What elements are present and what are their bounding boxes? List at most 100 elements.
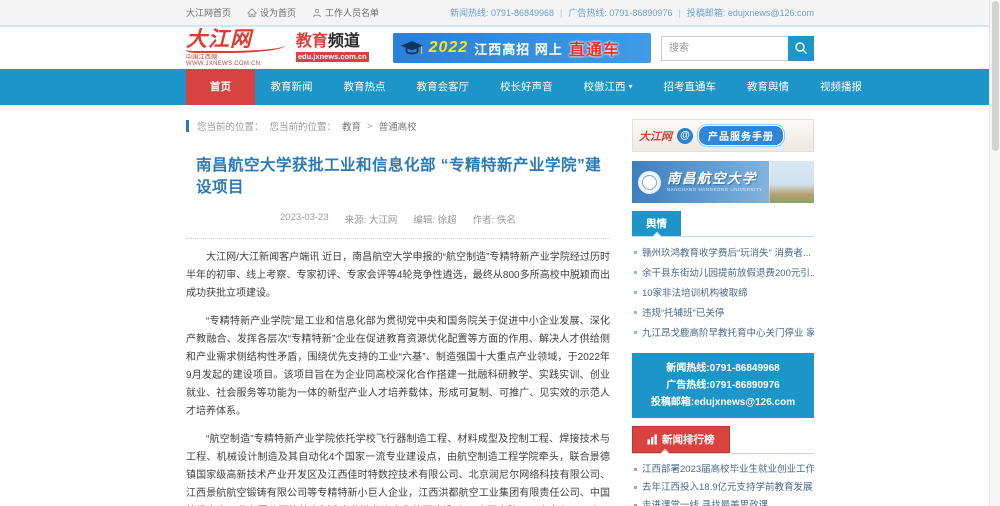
nav-item[interactable]: 校长好声音 ▾ xyxy=(485,69,569,105)
site-logo-text: 大江网 xyxy=(186,29,286,53)
promo-text: 江西高招 网上 xyxy=(474,39,563,58)
campus-photo xyxy=(769,161,814,203)
contact-box: 新闻热线:0791-86849968 广告热线:0791-86890976 投稿… xyxy=(632,353,814,418)
home-icon xyxy=(247,8,257,18)
nav-item-label: 视频播报 xyxy=(820,69,862,105)
product-banner-logo: 大江网 xyxy=(639,128,672,144)
university-name: 南昌航空大学 xyxy=(667,172,763,186)
article-editor: 编辑: 徐超 xyxy=(413,212,456,226)
nav-item-label: 教育热点 xyxy=(344,69,386,105)
ranking-section: 新闻排行榜 江西部署2023届高校毕业生就业创业工作 去年江西投入18.9亿元支… xyxy=(632,426,814,506)
channel-domain: edu.jxnews.com.cn xyxy=(296,52,369,63)
yuqing-section: 舆情 赣州玖鸿教育收学费后“玩消失” 消费者... 余干县东街幼儿园提前放假退费… xyxy=(632,211,814,343)
breadcrumb-prefix: 您当前的位置： xyxy=(270,119,337,133)
university-name-en: NANCHANG HANGKONG UNIVERSITY xyxy=(667,188,763,193)
yuqing-list-item[interactable]: 违规“托辅班”已关停 xyxy=(632,303,814,323)
yuqing-list: 赣州玖鸿教育收学费后“玩消失” 消费者... 余干县东街幼儿园提前放假退费200… xyxy=(632,243,814,343)
nav-item[interactable]: 教育新闻 ▾ xyxy=(255,69,328,105)
contact-mailbox: 投稿邮箱:edujxnews@126.com xyxy=(632,394,814,411)
search-button[interactable] xyxy=(788,36,814,61)
nav-item-label: 校长好声音 xyxy=(500,69,553,105)
breadcrumb-prefix: 您当前的位置： xyxy=(197,119,264,133)
promo-year: 2022 xyxy=(429,39,469,57)
news-hotline: 新闻热线: 0791-86849968 xyxy=(450,6,554,19)
yuqing-list-item[interactable]: 10家非法培训机构被取缔 xyxy=(632,283,814,303)
search-icon xyxy=(794,41,808,55)
at-icon: @ xyxy=(677,128,693,144)
article-paragraph: “专精特新产业学院”是工业和信息化部为贯彻党中央和国务院关于促进中小企业发展、深… xyxy=(186,313,610,421)
promo-highlight: 直通车 xyxy=(569,36,620,60)
breadcrumb-separator: > xyxy=(367,121,373,132)
ranking-list: 江西部署2023届高校毕业生就业创业工作 去年江西投入18.9亿元支持学前教育发… xyxy=(632,460,814,506)
nav-item[interactable]: 校傲江西 ▾ xyxy=(568,69,648,105)
divider xyxy=(186,238,610,239)
nav-item[interactable]: 教育热点 ▾ xyxy=(328,69,401,105)
link-staff-list-label: 工作人员名单 xyxy=(325,6,379,19)
channel-title-red: 教育 xyxy=(296,33,328,50)
yuqing-list-item[interactable]: 余干县东街幼儿园提前放假退费200元引... xyxy=(632,263,814,283)
nav-item[interactable]: 教育会客厅 ▾ xyxy=(401,69,485,105)
main-nav: 首页 ▾ 教育新闻 ▾ 教育热点 ▾ 教育会客厅 ▾ xyxy=(0,69,1000,105)
promo-banner[interactable]: 2022 江西高招 网上 直通车 xyxy=(393,33,651,63)
breadcrumb-link-category[interactable]: 普通高校 xyxy=(379,119,417,133)
product-manual-banner[interactable]: 大江网 @ 产品服务手册 xyxy=(632,119,814,152)
breadcrumb-link-education[interactable]: 教育 xyxy=(342,119,361,133)
link-staff-list[interactable]: 工作人员名单 xyxy=(312,6,379,19)
header-contact-info: 新闻热线: 0791-86849968 | 广告热线: 0791-8689097… xyxy=(450,6,814,19)
nav-item-label: 教育会客厅 xyxy=(417,69,470,105)
product-banner-title: 产品服务手册 xyxy=(698,125,784,146)
channel-logo[interactable]: 教育频道 edu.jxnews.com.cn xyxy=(296,34,369,63)
university-banner[interactable]: 南昌航空大学 NANCHANG HANGKONG UNIVERSITY xyxy=(632,161,814,203)
link-jxnews-home[interactable]: 大江网首页 xyxy=(186,6,231,19)
site-logo[interactable]: 大江网 中国江西网 WWW.JXNEWS.COM.CN xyxy=(186,29,286,67)
separator: | xyxy=(560,8,562,18)
nav-item-label: 校傲江西 xyxy=(584,69,626,105)
graduation-cap-icon xyxy=(401,41,423,56)
person-icon xyxy=(312,8,322,18)
site-logo-subtext: 中国江西网 WWW.JXNEWS.COM.CN xyxy=(186,55,286,67)
page: 大江网首页 设为首页 工作人员名单 新闻热线: 0791-86849968 | … xyxy=(0,0,1000,506)
topbar: 大江网首页 设为首页 工作人员名单 新闻热线: 0791-86849968 | … xyxy=(0,0,1000,27)
section-divider xyxy=(632,453,814,454)
yuqing-list-item[interactable]: 赣州玖鸿教育收学费后“玩消失” 消费者... xyxy=(632,243,814,263)
link-set-homepage[interactable]: 设为首页 xyxy=(247,6,296,19)
section-divider xyxy=(632,236,814,237)
contact-hotline: 新闻热线:0791-86849968 xyxy=(632,360,814,377)
university-seal-icon xyxy=(638,171,661,194)
nav-item-label: 教育新闻 xyxy=(271,69,313,105)
nav-item[interactable]: 首页 ▾ xyxy=(186,69,255,105)
submission-email: 投稿邮箱: edujxnews@126.com xyxy=(687,6,814,19)
ranking-icon xyxy=(647,434,658,445)
site-header: 大江网 中国江西网 WWW.JXNEWS.COM.CN 教育频道 edu.jxn… xyxy=(0,27,1000,69)
contact-adline: 广告热线:0791-86890976 xyxy=(632,377,814,394)
search-input[interactable] xyxy=(661,36,788,61)
article-title: 南昌航空大学获批工业和信息化部 “专精特新产业学院”建设项目 xyxy=(196,153,610,197)
separator: | xyxy=(678,8,680,18)
sidebar: 大江网 @ 产品服务手册 南昌航空大学 NANCHANG HANGKONG UN… xyxy=(632,119,814,506)
article-source: 来源: 大江网 xyxy=(345,212,398,226)
ranking-list-item[interactable]: 走进课堂一线 寻找最美思政课 xyxy=(632,496,814,506)
ranking-list-item[interactable]: 去年江西投入18.9亿元支持学前教育发展 xyxy=(632,478,814,496)
chevron-down-icon: ▾ xyxy=(629,69,633,105)
breadcrumb: 您当前的位置： 您当前的位置： 教育 > 普通高校 xyxy=(186,119,610,133)
article-author: 作者: 佚名 xyxy=(473,212,516,226)
breadcrumb-marker xyxy=(186,120,189,132)
yuqing-list-item[interactable]: 九江昂戈鹿高阶早教托育中心关门停业 家... xyxy=(632,323,814,343)
nav-item-label: 教育舆情 xyxy=(747,69,789,105)
ranking-list-item[interactable]: 江西部署2023届高校毕业生就业创业工作 xyxy=(632,460,814,478)
scrollbar[interactable] xyxy=(989,0,1000,506)
university-banner-text: 南昌航空大学 NANCHANG HANGKONG UNIVERSITY xyxy=(667,172,763,192)
scrollbar-thumb[interactable] xyxy=(992,1,999,151)
nav-item[interactable]: 视频播报 ▾ xyxy=(805,69,878,105)
ranking-badge: 新闻排行榜 xyxy=(632,426,730,453)
article-body: 大江网/大江新闻客户端讯 近日，南昌航空大学申报的“航空制造”专精特新产业学院经… xyxy=(186,249,610,506)
article-meta: 2023-03-23 来源: 大江网 编辑: 徐超 作者: 佚名 xyxy=(186,212,610,226)
channel-title: 教育频道 xyxy=(296,34,369,50)
search-bar xyxy=(661,36,814,61)
article-paragraph: “航空制造”专精特新产业学院依托学校飞行器制造工程、材料成型及控制工程、焊接技术… xyxy=(186,431,610,506)
nav-item-label: 招考直通车 xyxy=(664,69,717,105)
link-set-homepage-label: 设为首页 xyxy=(260,6,296,19)
nav-item[interactable]: 教育舆情 ▾ xyxy=(732,69,805,105)
nav-item[interactable]: 招考直通车 ▾ xyxy=(648,69,732,105)
ad-hotline: 广告热线: 0791-86890976 xyxy=(568,6,672,19)
